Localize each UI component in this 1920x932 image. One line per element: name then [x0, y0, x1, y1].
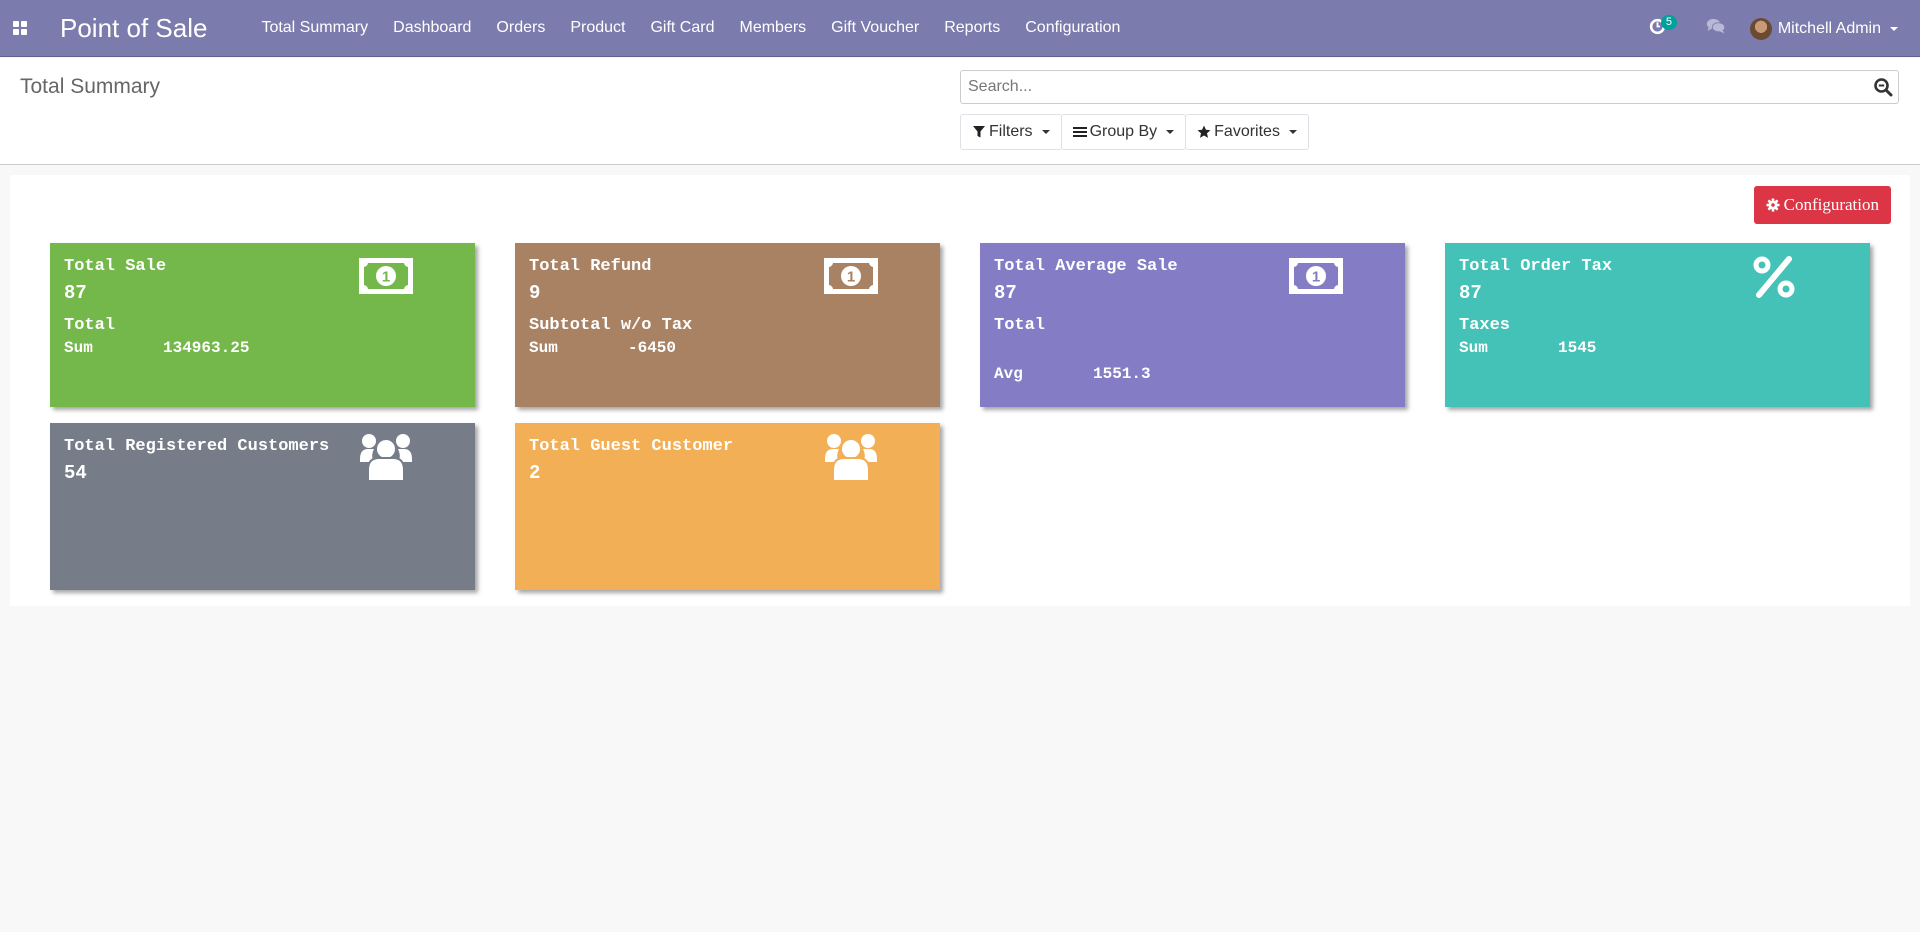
bars-icon — [1072, 127, 1087, 137]
menu-item-gift-card[interactable]: Gift Card — [638, 0, 727, 57]
users-icon — [359, 432, 413, 487]
card-count: 54 — [64, 462, 87, 484]
card-total-sale[interactable]: Total Sale 87 Total Sum 134963.25 1 — [50, 243, 475, 407]
main-menu: Total Summary Dashboard Orders Product G… — [261, 0, 1132, 57]
svg-text:1: 1 — [382, 269, 390, 286]
favorites-button[interactable]: Favorites — [1185, 114, 1309, 150]
svg-text:1: 1 — [847, 269, 855, 286]
card-stat-label: Sum — [64, 339, 93, 357]
menu-item-total-summary[interactable]: Total Summary — [261, 0, 380, 57]
top-navbar: Point of Sale Total Summary Dashboard Or… — [0, 0, 1920, 57]
card-stat-value: 1545 — [1558, 339, 1597, 357]
card-stat-row: Sum -6450 — [529, 339, 676, 357]
menu-item-reports[interactable]: Reports — [932, 0, 1013, 57]
card-stat-value: -6450 — [628, 339, 677, 357]
user-menu[interactable]: Mitchell Admin — [1738, 0, 1920, 57]
card-title: Total Sale — [64, 257, 167, 276]
star-icon — [1197, 125, 1211, 138]
card-stat-row: Sum 134963.25 — [64, 339, 249, 357]
card-stat-label: Sum — [1459, 339, 1488, 357]
card-title: Total Average Sale — [994, 257, 1178, 276]
card-total-registered-customers[interactable]: Total Registered Customers 54 — [50, 423, 475, 590]
card-total-average-sale[interactable]: Total Average Sale 87 Total Avg 1551.3 1 — [980, 243, 1405, 407]
menu-item-product[interactable]: Product — [558, 0, 638, 57]
card-stat-label: Avg — [994, 365, 1023, 383]
avatar — [1749, 17, 1772, 40]
menu-item-orders[interactable]: Orders — [484, 0, 558, 57]
summary-content: Configuration Total Sale 87 Total Sum 13… — [10, 175, 1910, 606]
card-count: 87 — [994, 282, 1017, 304]
group-by-button[interactable]: Group By — [1060, 114, 1187, 150]
percent-icon — [1752, 255, 1796, 304]
configuration-button[interactable]: Configuration — [1753, 186, 1891, 224]
card-count: 87 — [64, 282, 87, 304]
card-sub-label: Subtotal w/o Tax — [529, 316, 693, 335]
group-by-label: Group By — [1089, 123, 1158, 140]
card-count: 9 — [529, 282, 541, 304]
filters-label: Filters — [989, 123, 1033, 140]
card-stat-label: Sum — [529, 339, 558, 357]
app-title[interactable]: Point of Sale — [60, 13, 207, 44]
menu-item-members[interactable]: Members — [727, 0, 819, 57]
card-title: Total Registered Customers — [64, 437, 330, 456]
comments-icon — [1706, 17, 1726, 40]
money-bill-icon: 1 — [1289, 258, 1343, 299]
money-bill-icon: 1 — [824, 258, 878, 299]
activity-count-badge: 5 — [1660, 15, 1677, 30]
messaging-button[interactable] — [1694, 0, 1738, 57]
menu-item-configuration[interactable]: Configuration — [1013, 0, 1133, 57]
card-sub-label: Total — [64, 316, 116, 335]
search-options: Filters Group By Favorites — [960, 114, 1309, 150]
card-stat-value: 134963.25 — [163, 339, 250, 357]
money-bill-icon: 1 — [359, 258, 413, 299]
users-icon — [824, 432, 878, 487]
card-stat-row: Sum 1545 — [1459, 339, 1596, 357]
apps-menu-button[interactable] — [0, 0, 40, 57]
card-title: Total Order Tax — [1459, 257, 1613, 276]
search-input[interactable] — [961, 71, 1868, 103]
apps-grid-icon — [13, 21, 27, 35]
svg-text:1: 1 — [1312, 269, 1320, 286]
gear-icon — [1766, 198, 1780, 212]
card-count: 2 — [529, 462, 541, 484]
menu-item-dashboard[interactable]: Dashboard — [381, 0, 484, 57]
caret-down-icon — [1890, 26, 1898, 31]
card-sub-label: Total — [994, 316, 1046, 335]
card-title: Total Refund — [529, 257, 652, 276]
search-icon[interactable] — [1868, 71, 1898, 103]
caret-down-icon — [1166, 130, 1175, 134]
systray: 5 Mitchell Admin — [1637, 0, 1920, 57]
caret-down-icon — [1041, 130, 1050, 134]
user-name: Mitchell Admin — [1777, 19, 1881, 37]
menu-item-gift-voucher[interactable]: Gift Voucher — [819, 0, 932, 57]
filter-icon — [973, 126, 985, 138]
card-stat-value: 1551.3 — [1093, 365, 1151, 383]
card-total-guest-customer[interactable]: Total Guest Customer 2 — [515, 423, 940, 590]
page-title: Total Summary — [20, 75, 161, 98]
card-stat-row: Avg 1551.3 — [994, 365, 1151, 383]
activity-button[interactable]: 5 — [1637, 0, 1678, 57]
card-total-order-tax[interactable]: Total Order Tax 87 Taxes Sum 1545 — [1445, 243, 1870, 407]
card-sub-label: Taxes — [1459, 316, 1511, 335]
search-box — [960, 70, 1899, 104]
control-panel: Total Summary Filters Group By Favorites — [0, 58, 1920, 165]
filters-button[interactable]: Filters — [960, 114, 1062, 150]
configuration-button-label: Configuration — [1783, 195, 1879, 214]
card-title: Total Guest Customer — [529, 437, 734, 456]
card-count: 87 — [1459, 282, 1482, 304]
favorites-label: Favorites — [1214, 123, 1280, 140]
caret-down-icon — [1288, 130, 1297, 134]
card-total-refund[interactable]: Total Refund 9 Subtotal w/o Tax Sum -645… — [515, 243, 940, 407]
